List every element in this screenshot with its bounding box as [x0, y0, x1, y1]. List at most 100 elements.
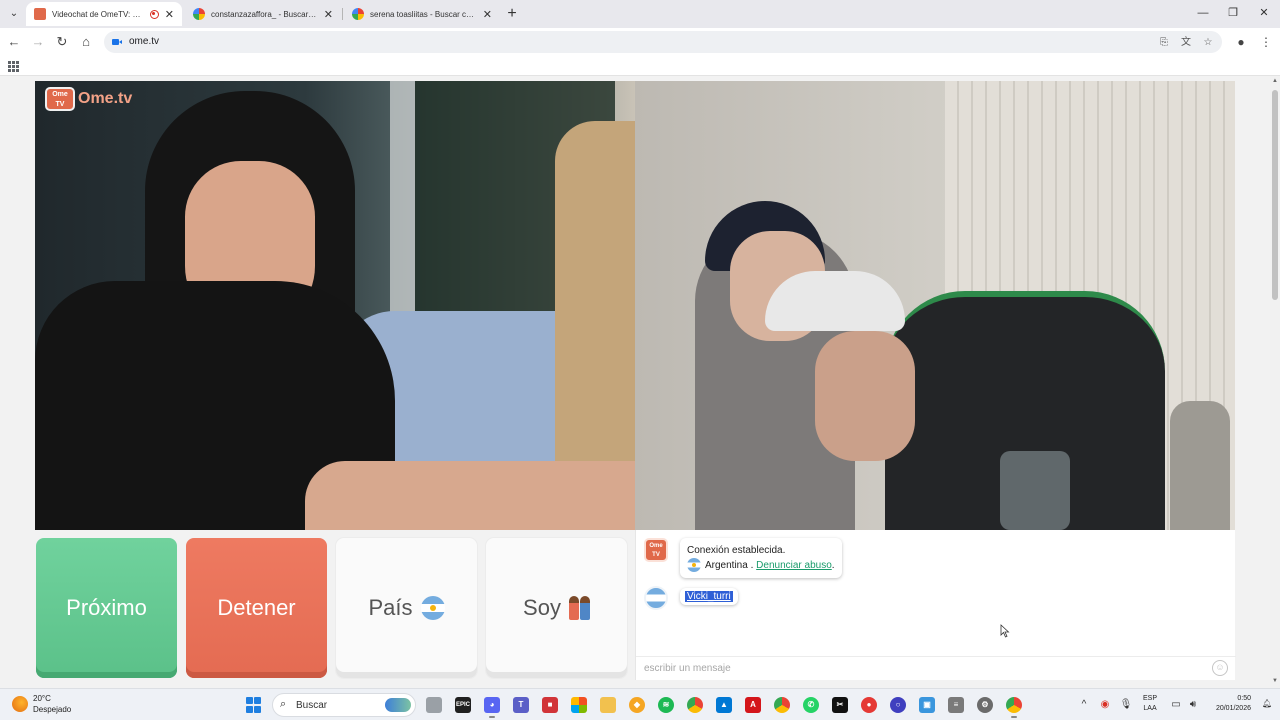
red-app-icon[interactable]: ■ [542, 697, 558, 713]
country-line: Argentina . Denunciar abuso. [687, 558, 835, 573]
stop-button-label: Detener [217, 595, 296, 620]
browser-toolbar: ← → ↻ ⌂ ome.tv ⎘ 文 ☆ ● ⋮ [0, 28, 1280, 56]
emoji-smiley-icon[interactable]: ☺ [1212, 660, 1228, 676]
remote-video [635, 81, 1235, 530]
close-tab-icon[interactable]: ✕ [324, 8, 333, 21]
close-tab-icon[interactable]: ✕ [483, 8, 492, 21]
scroll-down-arrow-icon[interactable]: ▼ [1271, 678, 1279, 684]
clock-time: 0:50 [1237, 695, 1251, 702]
report-abuse-link[interactable]: Denunciar abuso [756, 560, 832, 571]
home-icon[interactable]: ⌂ [78, 34, 94, 50]
search-label: Buscar [296, 700, 328, 711]
tray-chevron-up-icon[interactable]: ^ [1077, 697, 1091, 713]
local-video [35, 81, 635, 530]
person-right-cap [765, 271, 905, 331]
tab-title: serena toasliitas - Buscar con G [370, 9, 477, 19]
circle-app-icon[interactable]: ○ [890, 697, 906, 713]
report-suffix: . [831, 560, 835, 571]
tab-title: constanzazaffora_ - Buscar con [211, 9, 318, 19]
chat-input-area[interactable]: escribir un mensaje ☺ [636, 656, 1236, 680]
brave-like-icon[interactable]: ◆ [629, 697, 645, 713]
volume-icon[interactable]: 🔊︎ [1186, 697, 1200, 713]
image-app-icon[interactable]: ▣ [919, 697, 935, 713]
weather-widget[interactable]: 20°C Despejado [12, 693, 71, 715]
chrome-profile-icon[interactable] [774, 697, 790, 713]
task-view-icon[interactable] [426, 697, 442, 713]
settings-gear-icon[interactable]: ⚙ [977, 697, 993, 713]
microsoft-store-icon[interactable] [571, 697, 587, 713]
back-arrow-icon[interactable]: ← [6, 34, 22, 50]
argentina-flag-icon [687, 558, 701, 573]
chrome-active-icon[interactable] [1006, 697, 1022, 718]
forward-arrow-icon[interactable]: → [30, 34, 46, 50]
translate-icon[interactable]: 文 [1180, 37, 1192, 49]
person-right-face [815, 331, 915, 461]
bookmarks-bar [0, 56, 1280, 76]
notification-bell-icon[interactable]: 🔔︎ [1262, 699, 1272, 709]
google-favicon-icon [352, 8, 364, 20]
close-tab-icon[interactable]: ✕ [165, 8, 174, 21]
mouse-cursor-icon [1000, 624, 1010, 638]
system-message: Conexión establecida. Argentina . Denunc… [680, 538, 842, 578]
record-app-icon[interactable]: ● [861, 697, 877, 713]
apps-grid-icon[interactable] [8, 61, 19, 72]
chrome-icon[interactable] [687, 697, 703, 713]
network-icon[interactable]: ▭ [1169, 697, 1183, 713]
reload-icon[interactable]: ↻ [54, 34, 70, 50]
profile-avatar-icon[interactable]: ● [1233, 34, 1249, 50]
address-bar[interactable]: ome.tv ⎘ 文 ☆ [104, 31, 1222, 53]
epic-games-icon[interactable]: EPIC [455, 697, 471, 713]
page-scrollbar[interactable]: ▲ ▼ [1270, 76, 1280, 688]
teams-icon[interactable]: T [513, 697, 529, 713]
connection-status-text: Conexión establecida. [687, 545, 786, 556]
photos-icon[interactable]: ▲ [716, 697, 732, 713]
clock-date: 20/01/2026 [1215, 705, 1251, 712]
mate-cup [1170, 401, 1230, 530]
microphone-icon[interactable]: 🎙︎ [1119, 697, 1133, 713]
restore-icon[interactable]: ❐ [1222, 4, 1244, 22]
weather-moon-icon [12, 696, 28, 712]
country-button[interactable]: País [336, 538, 477, 678]
minimize-icon[interactable]: — [1192, 4, 1214, 22]
windows-start-icon[interactable] [246, 697, 262, 713]
tab-search-constanza[interactable]: constanzazaffora_ - Buscar con ✕ [185, 2, 341, 26]
ometv-avatar-icon: Ome TV [644, 538, 668, 562]
keyboard-language[interactable]: ESP LAA [1143, 694, 1157, 714]
ometv-logo[interactable]: Ome TV Ome.tv [45, 87, 132, 111]
spotify-icon[interactable]: ≋ [658, 697, 674, 713]
country-name: Argentina [705, 560, 748, 571]
argentina-flag-icon [420, 596, 445, 620]
tray-app-icon[interactable]: ◉ [1098, 697, 1112, 713]
next-button[interactable]: Próximo [36, 538, 177, 678]
capcut-icon[interactable]: ✂ [832, 697, 848, 713]
new-tab-plus-icon[interactable]: + [503, 5, 521, 23]
country-button-label: País [368, 595, 413, 620]
close-window-icon[interactable]: ✕ [1253, 4, 1275, 22]
stranger-flag-avatar-icon [644, 586, 668, 610]
tab-search-chevron-icon[interactable]: ⌄ [6, 6, 22, 22]
stranger-message-text[interactable]: Vicki_turri [685, 591, 733, 602]
next-button-label: Próximo [66, 595, 147, 620]
file-explorer-icon[interactable] [600, 697, 616, 713]
acrobat-icon[interactable]: A [745, 697, 761, 713]
install-app-icon[interactable]: ⎘ [1158, 37, 1170, 49]
tab-title: Videochat de OmeTV: una a [52, 9, 144, 19]
tab-strip: ⌄ Videochat de OmeTV: una a ✕ constanzaz… [0, 0, 1280, 28]
taskbar-search[interactable]: ⌕ Buscar [272, 693, 416, 717]
clock[interactable]: 0:50 20/01/2026 [1205, 694, 1251, 714]
recording-icon [149, 9, 159, 19]
person-arm [305, 461, 635, 530]
tab-ometv[interactable]: Videochat de OmeTV: una a ✕ [26, 2, 182, 26]
tab-search-serena[interactable]: serena toasliitas - Buscar con G ✕ [344, 2, 500, 26]
stranger-message: Vicki_turri [680, 588, 738, 605]
chat-input-placeholder: escribir un mensaje [644, 663, 731, 674]
bookmark-star-icon[interactable]: ☆ [1202, 37, 1214, 49]
whatsapp-icon[interactable]: ✆ [803, 697, 819, 713]
notepad-icon[interactable]: ≡ [948, 697, 964, 713]
menu-kebab-icon[interactable]: ⋮ [1258, 34, 1274, 50]
scroll-up-arrow-icon[interactable]: ▲ [1271, 78, 1279, 84]
gender-button[interactable]: Soy [486, 538, 627, 678]
discord-icon[interactable]: ◕ [484, 697, 500, 718]
stop-button[interactable]: Detener [186, 538, 327, 678]
scrollbar-thumb[interactable] [1272, 90, 1278, 300]
